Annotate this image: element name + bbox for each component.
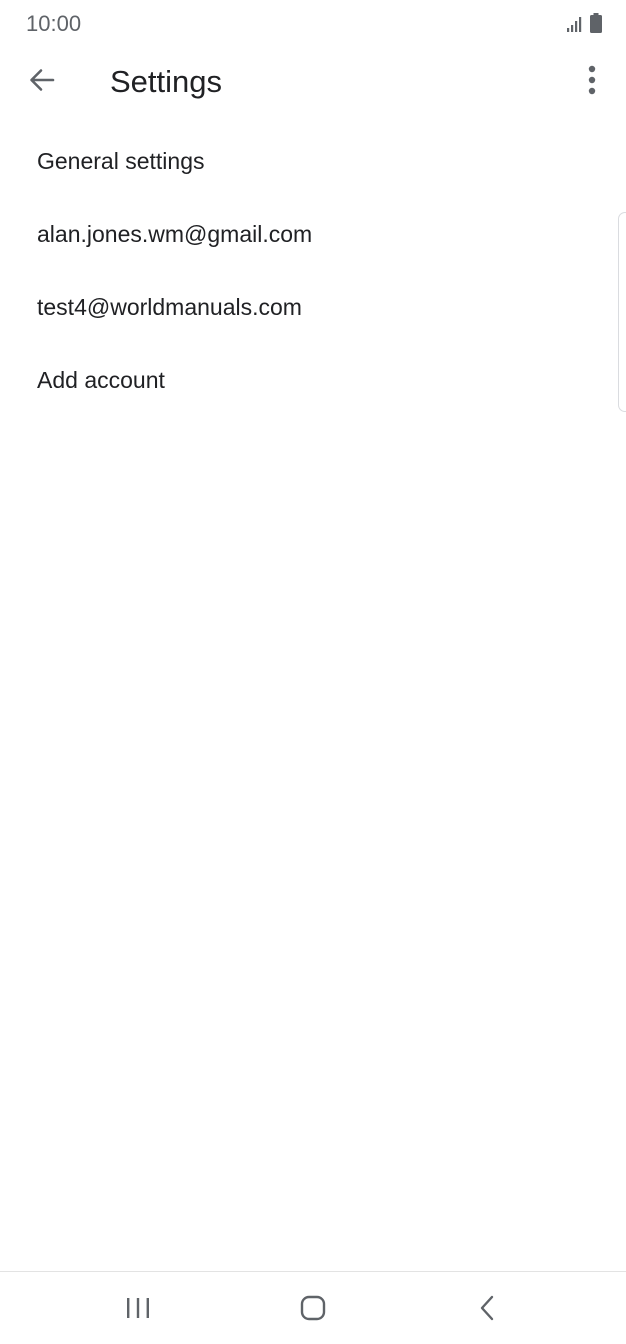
status-time: 10:00 bbox=[26, 11, 82, 36]
scroll-handle[interactable] bbox=[618, 212, 626, 412]
account-item-worldmanuals[interactable]: test4@worldmanuals.com bbox=[0, 271, 626, 344]
recents-button[interactable] bbox=[114, 1292, 162, 1328]
back-arrow-icon bbox=[28, 66, 56, 99]
nav-back-icon bbox=[478, 1295, 498, 1326]
list-item-label: test4@worldmanuals.com bbox=[37, 294, 302, 320]
account-item-gmail[interactable]: alan.jones.wm@gmail.com bbox=[0, 198, 626, 271]
status-icons bbox=[566, 13, 602, 38]
list-item-label: alan.jones.wm@gmail.com bbox=[37, 221, 313, 247]
settings-list: General settings alan.jones.wm@gmail.com… bbox=[0, 125, 626, 417]
battery-icon bbox=[590, 13, 602, 38]
signal-icon bbox=[566, 15, 584, 38]
app-bar: Settings bbox=[0, 48, 626, 114]
home-button[interactable] bbox=[289, 1292, 337, 1328]
add-account-item[interactable]: Add account bbox=[0, 344, 626, 417]
more-options-button[interactable] bbox=[572, 62, 612, 102]
nav-back-button[interactable] bbox=[464, 1292, 512, 1328]
page-title: Settings bbox=[110, 64, 223, 99]
list-item-label: General settings bbox=[37, 148, 205, 174]
navigation-bar bbox=[0, 1271, 626, 1344]
status-bar: 10:00 bbox=[0, 0, 626, 48]
home-icon bbox=[300, 1295, 326, 1326]
recents-icon bbox=[125, 1296, 151, 1325]
more-vert-icon bbox=[587, 65, 597, 100]
general-settings-item[interactable]: General settings bbox=[0, 125, 626, 198]
back-button[interactable] bbox=[22, 62, 62, 102]
list-item-label: Add account bbox=[37, 367, 165, 393]
